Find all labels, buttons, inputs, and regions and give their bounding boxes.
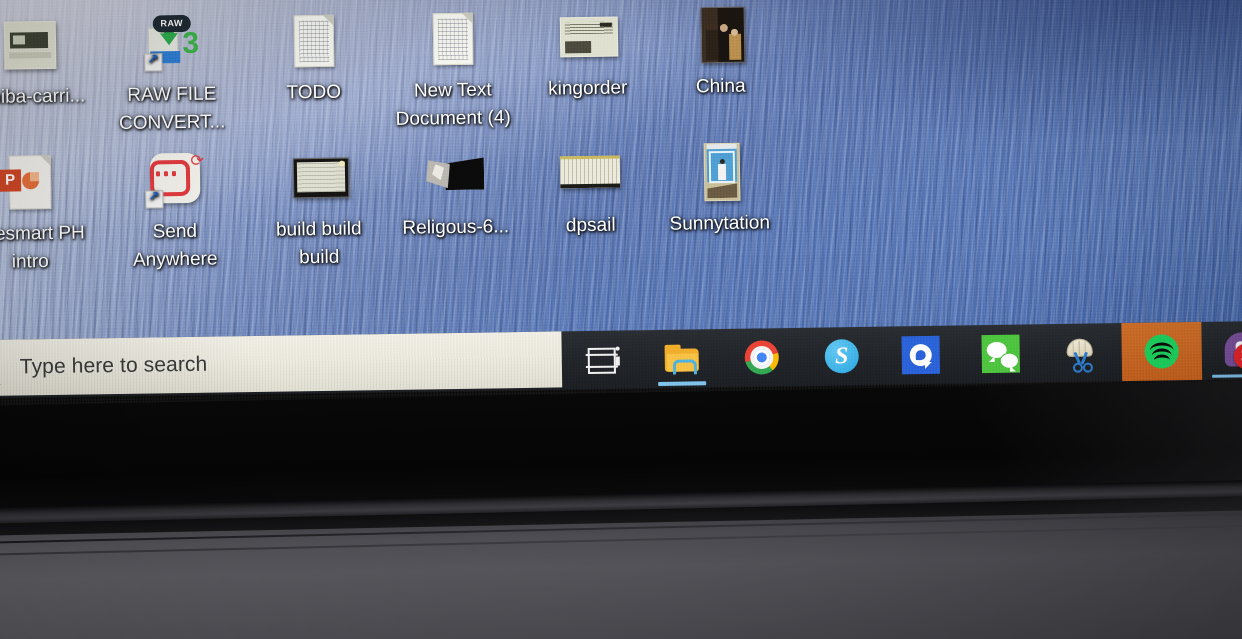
powerpoint-letter: P <box>0 169 22 192</box>
taskbar-button-snipping-tool[interactable] <box>1041 323 1122 382</box>
raw-version-label: 3 <box>182 26 200 61</box>
image-thumbnail-icon <box>285 148 352 211</box>
spotify-icon <box>1141 331 1182 372</box>
powerpoint-file-icon: P <box>0 152 63 215</box>
image-thumbnail-icon <box>686 142 753 205</box>
send-anywhere-icon: ⟳ <box>141 150 208 213</box>
taskbar-button-spotify[interactable] <box>1121 321 1203 382</box>
taskbar-button-google-chrome[interactable] <box>721 328 802 387</box>
desktop-icon-new-text-document-4[interactable]: New Text Document (4) <box>386 8 520 134</box>
desktop-icon-toshiba-carri[interactable]: oshiba-carri... <box>0 14 94 112</box>
desktop-icon-label: Sunnytation <box>669 212 771 235</box>
desktop-icon-label: Send Anywhere <box>132 220 218 271</box>
taskbar-button-file-explorer[interactable] <box>641 329 722 388</box>
image-thumbnail-icon <box>687 5 754 68</box>
desktop-icon-send-anywhere[interactable]: ⟳ Send Anywhere <box>108 149 242 275</box>
desktop-icon-label: dpsail <box>565 214 616 237</box>
raw-file-converter-icon: RAW 3 <box>138 13 205 76</box>
whatsapp-icon <box>901 335 942 376</box>
folder-icon <box>661 338 702 379</box>
task-view-icon <box>581 340 622 381</box>
desktop-icon-grid: oshiba-carri... RAW 3 RAW FILE CONVERT..… <box>0 0 1242 328</box>
desktop-icon-label: oshiba-carri... <box>0 85 86 109</box>
desktop-icon-raw-file-converter[interactable]: RAW 3 RAW FILE CONVERT... <box>105 12 239 138</box>
laptop-screen: Desktop oshiba-carri... RAW <box>0 0 1242 429</box>
desktop-icon-label: TODO <box>286 81 342 104</box>
desktop-icon-todo[interactable]: TODO <box>247 10 380 108</box>
taskbar-button-task-view[interactable] <box>561 330 642 389</box>
active-indicator <box>658 381 707 386</box>
scissors-icon <box>1061 332 1102 373</box>
desktop-icon-label: Lifesmart PH intro <box>0 222 85 273</box>
skype-icon: S <box>821 336 862 377</box>
shortcut-arrow-icon <box>144 53 163 72</box>
taskbar-button-skype[interactable]: S <box>801 327 882 386</box>
taskbar-button-whatsapp[interactable] <box>881 325 962 384</box>
desktop-icon-religous-6[interactable]: Religous-6... <box>389 145 522 243</box>
desktop-icon-label: kingorder <box>548 77 628 100</box>
image-thumbnail-icon <box>422 145 489 208</box>
shortcut-arrow-icon <box>145 190 164 209</box>
search-input[interactable]: Type here to search <box>0 331 563 396</box>
laptop-photo: Desktop oshiba-carri... RAW <box>0 0 1242 639</box>
desktop-icon-lifesmart-ph-intro[interactable]: P Lifesmart PH intro <box>0 151 96 277</box>
viber-icon: 28 <box>1221 330 1242 371</box>
taskbar-button-wechat[interactable] <box>961 324 1042 383</box>
desktop-icon-label: build build build <box>275 218 362 269</box>
desktop-icon-label: Religous-6... <box>402 216 510 239</box>
desktop-icon-label: New Text Document (4) <box>395 79 511 130</box>
skype-letter: S <box>824 339 860 374</box>
desktop-icon-dpsail[interactable]: dpsail <box>524 143 657 241</box>
taskbar-button-list: S <box>561 321 1242 390</box>
image-thumbnail-icon <box>557 143 624 206</box>
chrome-icon <box>741 337 782 378</box>
desktop-icon-build-build-build[interactable]: build build build <box>252 147 386 273</box>
desktop-icon-sunnytation[interactable]: Sunnytation <box>653 141 786 239</box>
image-thumbnail-icon <box>0 15 61 78</box>
wechat-icon <box>981 334 1022 375</box>
active-indicator <box>1212 373 1242 378</box>
search-placeholder: Type here to search <box>19 352 208 379</box>
desktop-icon-kingorder[interactable]: kingorder <box>521 6 654 104</box>
desktop-icon-china[interactable]: China <box>654 4 787 102</box>
taskbar-button-viber[interactable]: 28 <box>1201 321 1242 380</box>
desktop-icon-label: China <box>695 75 746 98</box>
text-document-icon <box>280 11 347 74</box>
desktop-icon-label: RAW FILE CONVERT... <box>118 83 226 134</box>
image-thumbnail-icon <box>554 7 621 70</box>
text-document-icon <box>419 9 486 72</box>
